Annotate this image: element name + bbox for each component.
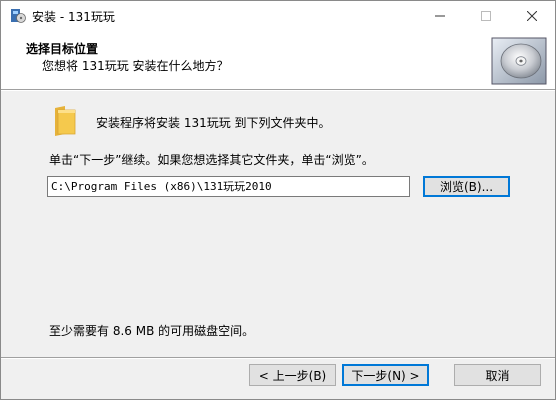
folder-icon [55, 106, 76, 136]
close-icon [527, 11, 537, 21]
maximize-button[interactable] [463, 1, 509, 31]
close-button[interactable] [509, 1, 555, 31]
app-icon [11, 9, 26, 23]
disk-space-text: 至少需要有 8.6 MB 的可用磁盘空间。 [49, 324, 255, 338]
instruction-text: 单击“下一步”继续。如果您想选择其它文件夹，单击“浏览”。 [49, 153, 374, 167]
next-button[interactable]: 下一步(N) > [342, 364, 429, 386]
cancel-button[interactable]: 取消 [454, 364, 541, 386]
cd-icon [491, 37, 547, 85]
back-button[interactable]: < 上一步(B) [249, 364, 336, 386]
wizard-header: 选择目标位置 您想将 131玩玩 安装在什么地方？ [1, 31, 555, 89]
maximize-icon [481, 11, 491, 21]
install-intro-text: 安装程序将安装 131玩玩 到下列文件夹中。 [96, 116, 331, 130]
browse-button[interactable]: 浏览(B)... [423, 176, 510, 197]
page-subtitle: 您想将 131玩玩 安装在什么地方？ [42, 59, 229, 73]
destination-path-input[interactable] [47, 176, 410, 197]
header-divider [1, 89, 555, 91]
installer-window: 安装 - 131玩玩 选择目标位置 您想将 131玩玩 安装在什么地方？ 安装程… [0, 0, 556, 400]
window-title: 安装 - 131玩玩 [32, 10, 115, 24]
page-title: 选择目标位置 [26, 42, 99, 56]
footer-divider [1, 357, 555, 359]
minimize-icon [435, 15, 445, 17]
title-bar[interactable]: 安装 - 131玩玩 [1, 1, 555, 31]
minimize-button[interactable] [417, 1, 463, 31]
